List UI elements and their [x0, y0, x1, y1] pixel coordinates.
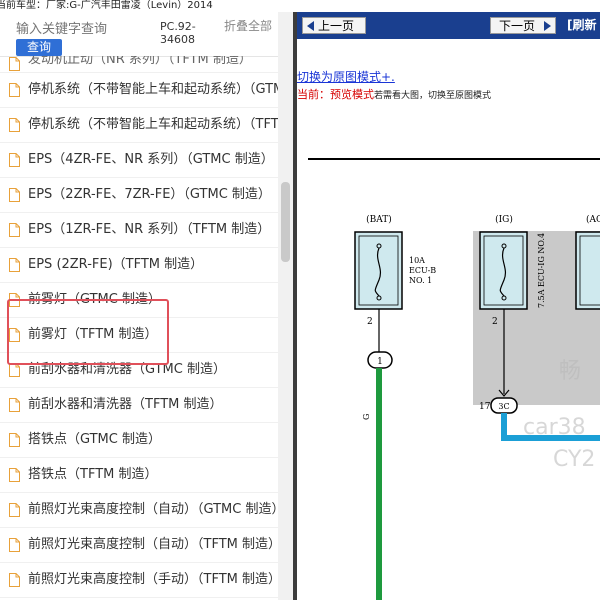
tree-item-label: EPS（2ZR-FE、7ZR-FE）（GTMC 制造） [28, 187, 271, 202]
arrow-right-icon [544, 21, 551, 31]
prev-page-label: 上一页 [318, 19, 355, 33]
watermark-3: CY2 [553, 447, 595, 472]
document-id: PC.92-34608 [160, 20, 196, 46]
fuse2-label: 7.5A ECU-IG NO.4 [537, 233, 546, 308]
document-icon [9, 363, 20, 377]
tree-item-partial[interactable]: 发动机止动（NR 系列）（TFTM 制造） [0, 56, 278, 73]
document-icon [9, 433, 20, 447]
fuse1-name: ECU-B [409, 266, 436, 275]
tree-item[interactable]: EPS (2ZR-FE)（TFTM 制造） [0, 248, 278, 283]
tree-item[interactable]: 搭铁点（TFTM 制造） [0, 458, 278, 493]
document-icon [9, 83, 20, 97]
wiring-diagram: (BAT) (IG) (AC 10A ECU-B NO. 1 7.5A ECU-… [308, 158, 600, 600]
tree-item[interactable]: 停机系统（不带智能上车和起动系统）（GTMC 制造） [0, 73, 278, 108]
tree-item-label: EPS (2ZR-FE)（TFTM 制造） [28, 257, 204, 272]
fuse1-number: NO. 1 [409, 276, 432, 285]
document-icon [9, 468, 20, 482]
acc-label: (AC [586, 214, 600, 225]
fuse1-amp: 10A [409, 256, 425, 265]
document-icon [9, 57, 20, 71]
tree-item[interactable]: 前照灯光束高度控制（手动）（TFTM 制造） [0, 563, 278, 598]
pin-label-2: 2 [492, 317, 498, 327]
bat-label: (BAT) [366, 214, 392, 225]
refresh-button[interactable]: [刷新 [567, 12, 600, 39]
tree-item-label: 前照灯光束高度控制（手动）（TFTM 制造） [28, 572, 278, 587]
tree-item-label: EPS（1ZR-FE、NR 系列）（TFTM 制造） [28, 222, 271, 237]
ig-label: (IG) [495, 214, 513, 225]
tree-item-label: 发动机止动（NR 系列）（TFTM 制造） [28, 56, 252, 67]
tree-item-label: 搭铁点（TFTM 制造） [28, 467, 158, 482]
watermark-2: car38 [523, 415, 586, 440]
mode-status-hint: 若需看大图，切换至原图模式 [374, 91, 492, 101]
page-nav-bar: 上一页 下一页 [刷新 [297, 12, 600, 39]
tree-item-label: 前照灯光束高度控制（自动）（TFTM 制造） [28, 537, 278, 552]
query-button[interactable]: 查询 [16, 39, 62, 56]
tree-item[interactable]: 前照灯光束高度控制（自动）（GTMC 制造） [0, 493, 278, 528]
tree-item[interactable]: EPS（2ZR-FE、7ZR-FE）（GTMC 制造） [0, 178, 278, 213]
tree-item[interactable]: EPS（4ZR-FE、NR 系列）（GTMC 制造） [0, 143, 278, 178]
tree-item[interactable]: 停机系统（不带智能上车和起动系统）（TFTM 制造） [0, 108, 278, 143]
fuse1-label: 10A ECU-B NO. 1 [409, 256, 439, 285]
collapse-all-button[interactable]: 折叠全部 [224, 20, 272, 33]
document-icon [9, 223, 20, 237]
document-icon [9, 503, 20, 517]
connector-2-pin: 17 [479, 402, 491, 412]
mode-status-current: 当前：预览模式 [297, 88, 374, 101]
tree-item-label: 前照灯光束高度控制（自动）（GTMC 制造） [28, 502, 278, 517]
tree-item-label: EPS（4ZR-FE、NR 系列）（GTMC 制造） [28, 152, 274, 167]
mode-status: 当前：预览模式若需看大图，切换至原图模式 [297, 86, 491, 102]
document-icon [9, 153, 20, 167]
tree-item-label: 停机系统（不带智能上车和起动系统）（GTMC 制造） [28, 82, 278, 97]
tree-item-label: 前刮水器和清洗器（TFTM 制造） [28, 397, 223, 412]
fuse-ecu-b-box [354, 231, 403, 310]
left-scrollbar[interactable] [278, 12, 293, 600]
vehicle-title-bar: 当前车型：厂家:G-广汽丰田雷凌（Levin）2014 [0, 0, 600, 12]
document-icon [9, 188, 20, 202]
next-page-button[interactable]: 下一页 [490, 17, 556, 34]
document-icon [9, 573, 20, 587]
document-icon [9, 538, 20, 552]
watermark-1: 畅 [559, 359, 581, 384]
arrow-left-icon [307, 21, 314, 31]
left-nav-panel: 查询 PC.92-34608 折叠全部 发动机止动（NR 系列）（TFTM 制造… [0, 12, 293, 600]
prev-page-button[interactable]: 上一页 [302, 17, 366, 34]
switch-mode-link[interactable]: 切换为原图模式+. [297, 68, 395, 85]
fuse-ecu-ig-box [479, 231, 528, 310]
next-page-label: 下一页 [499, 19, 536, 33]
scrollbar-thumb[interactable] [281, 182, 290, 262]
tree-item[interactable]: 前刮水器和清洗器（TFTM 制造） [0, 388, 278, 423]
document-viewer: 上一页 下一页 [刷新 切换为原图模式+. 当前：预览模式若需看大图，切换至原图… [297, 12, 600, 600]
connector-1-label: 1 [377, 357, 383, 367]
document-icon [9, 398, 20, 412]
tree-item[interactable]: 搭铁点（GTMC 制造） [0, 423, 278, 458]
tree-item[interactable]: 前照灯光束高度控制（自动）（TFTM 制造） [0, 528, 278, 563]
tree-item-label: 搭铁点（GTMC 制造） [28, 432, 161, 447]
tree-item-label: 停机系统（不带智能上车和起动系统）（TFTM 制造） [28, 117, 278, 132]
tree-item[interactable]: EPS（1ZR-FE、NR 系列）（TFTM 制造） [0, 213, 278, 248]
connector-2-label: 3C [498, 402, 509, 411]
vehicle-label: 当前车型：厂家:G-广汽丰田雷凌（Levin）2014 [0, 0, 213, 11]
document-icon [9, 118, 20, 132]
wire-color-label: G [362, 414, 371, 420]
document-icon [9, 258, 20, 272]
pin-label-1: 2 [367, 317, 373, 327]
search-row: 查询 PC.92-34608 折叠全部 [0, 12, 278, 57]
search-input[interactable] [16, 20, 148, 38]
fuse-acc-box [575, 231, 600, 310]
highlight-annotation-box [7, 299, 169, 365]
